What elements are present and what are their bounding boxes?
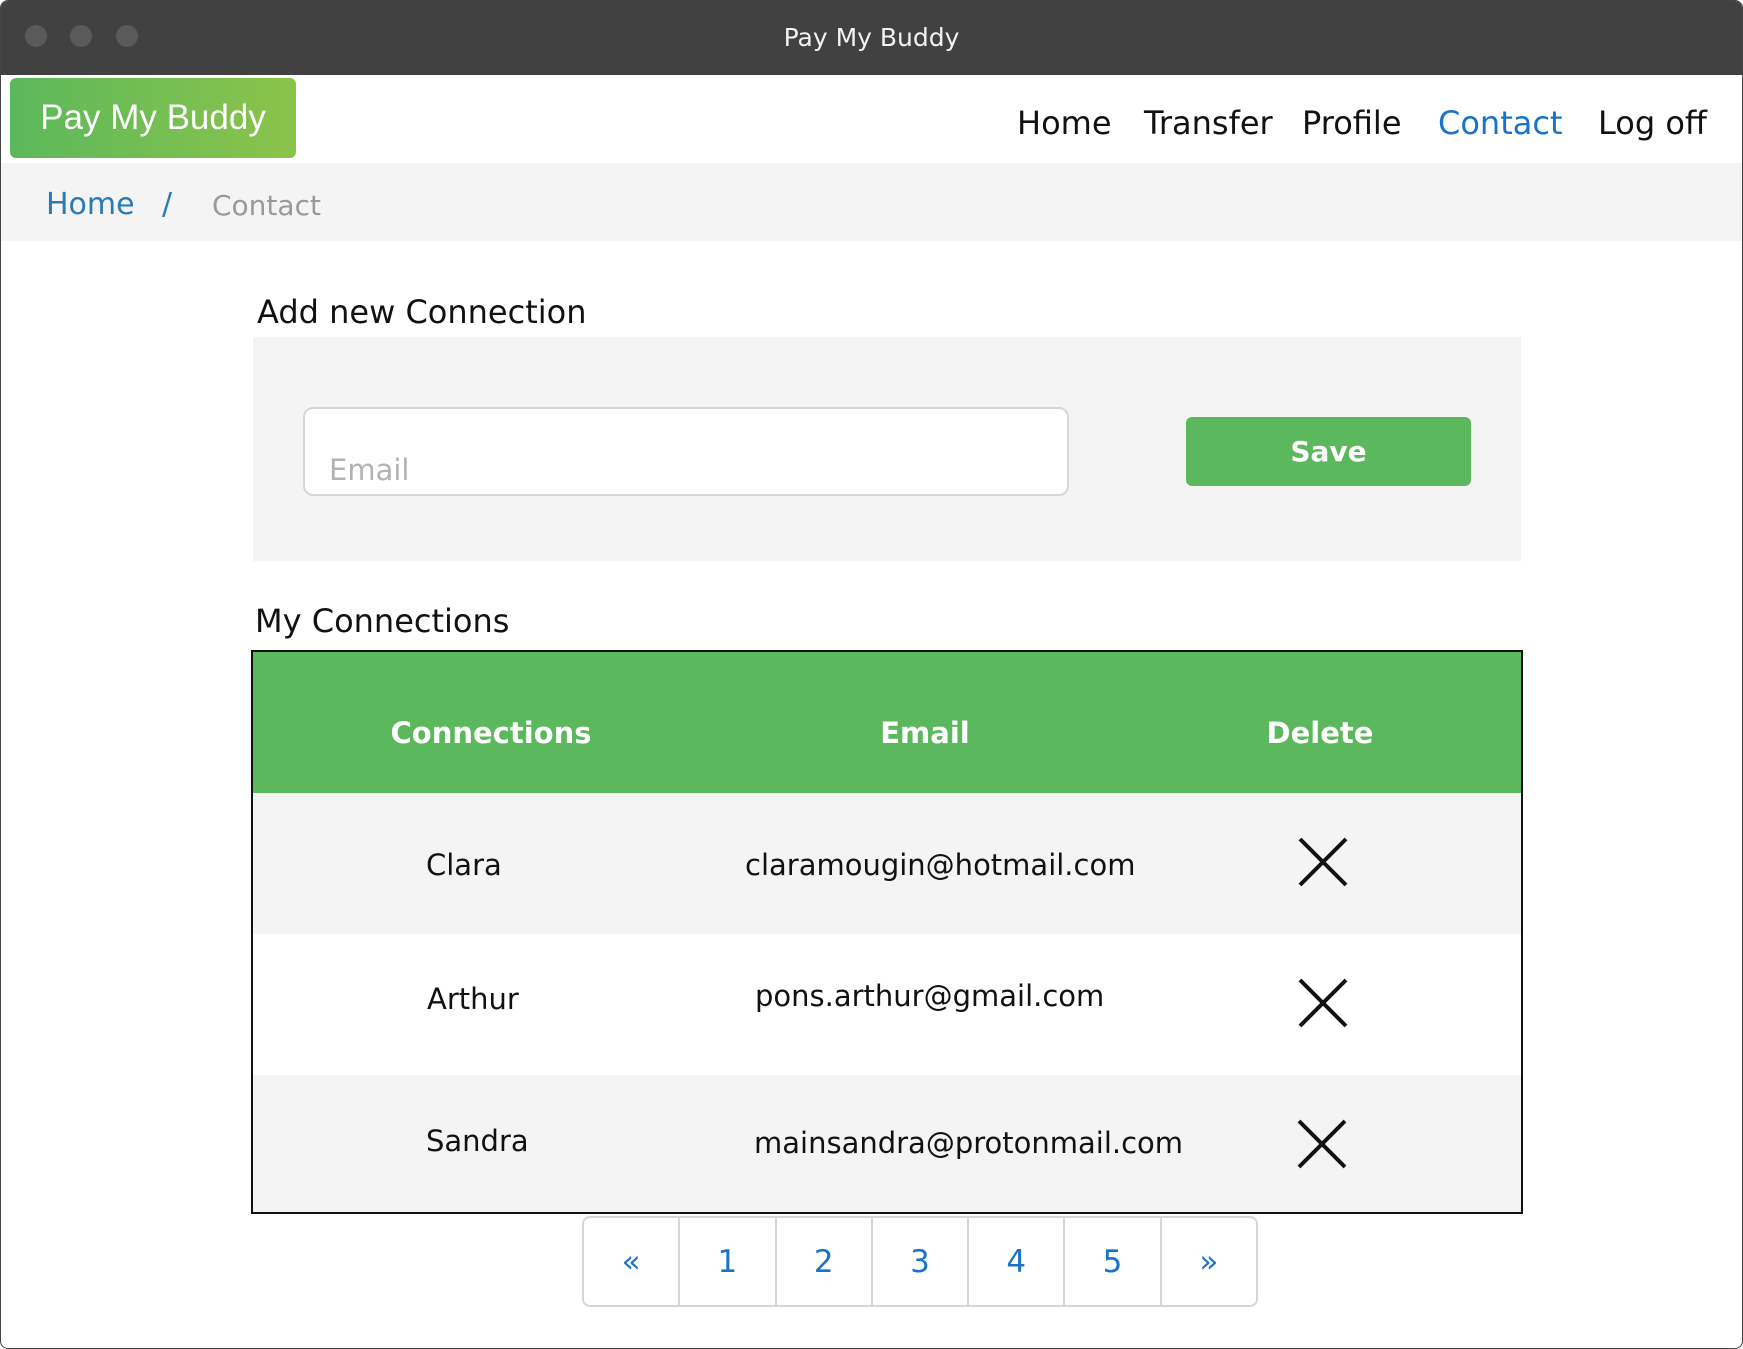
pagination-next-button[interactable]: » [1162, 1218, 1256, 1305]
pagination-page-3[interactable]: 3 [873, 1218, 970, 1305]
app-logo[interactable]: Pay My Buddy [10, 78, 296, 158]
nav-home[interactable]: Home [1017, 104, 1112, 142]
add-connection-title: Add new Connection [257, 293, 587, 331]
column-header-email: Email [880, 716, 970, 750]
connection-name: Clara [426, 848, 502, 882]
table-row: Clara claramougin@hotmail.com [253, 793, 1521, 934]
connection-name: Sandra [426, 1124, 529, 1158]
nav-log-off[interactable]: Log off [1598, 104, 1707, 142]
email-input[interactable] [303, 407, 1069, 496]
pagination-prev-button[interactable]: « [584, 1218, 681, 1305]
window-title: Pay My Buddy [783, 23, 960, 52]
breadcrumb-home-link[interactable]: Home [46, 187, 135, 222]
save-button[interactable]: Save [1186, 417, 1471, 486]
connections-title: My Connections [255, 602, 510, 640]
app-window: Pay My Buddy Pay My Buddy Home Transfer … [0, 0, 1743, 1349]
pagination: « 1 2 3 4 5 » [582, 1216, 1258, 1307]
connection-name: Arthur [427, 982, 519, 1016]
pagination-page-4[interactable]: 4 [969, 1218, 1066, 1305]
connection-email: mainsandra@protonmail.com [754, 1126, 1184, 1160]
connections-table: Connections Email Delete Clara claramoug… [251, 650, 1523, 1214]
close-icon[interactable] [1296, 1118, 1348, 1170]
pagination-page-1[interactable]: 1 [680, 1218, 777, 1305]
connection-email: pons.arthur@gmail.com [755, 979, 1105, 1013]
table-row: Sandra mainsandra@protonmail.com [253, 1075, 1521, 1212]
connection-email: claramougin@hotmail.com [745, 848, 1136, 882]
nav-transfer[interactable]: Transfer [1144, 104, 1273, 142]
window-titlebar: Pay My Buddy [1, 1, 1742, 75]
nav-contact[interactable]: Contact [1438, 104, 1563, 142]
table-header: Connections Email Delete [253, 652, 1521, 793]
close-icon[interactable] [1297, 836, 1349, 888]
table-row: Arthur pons.arthur@gmail.com [253, 934, 1521, 1075]
column-header-delete: Delete [1266, 716, 1374, 750]
breadcrumb-current: Contact [212, 189, 321, 222]
close-icon[interactable] [1297, 977, 1349, 1029]
column-header-connections: Connections [390, 716, 592, 750]
breadcrumb-separator: / [162, 187, 173, 222]
pagination-page-5[interactable]: 5 [1065, 1218, 1162, 1305]
pagination-page-2[interactable]: 2 [777, 1218, 873, 1305]
nav-profile[interactable]: Profile [1302, 104, 1402, 142]
